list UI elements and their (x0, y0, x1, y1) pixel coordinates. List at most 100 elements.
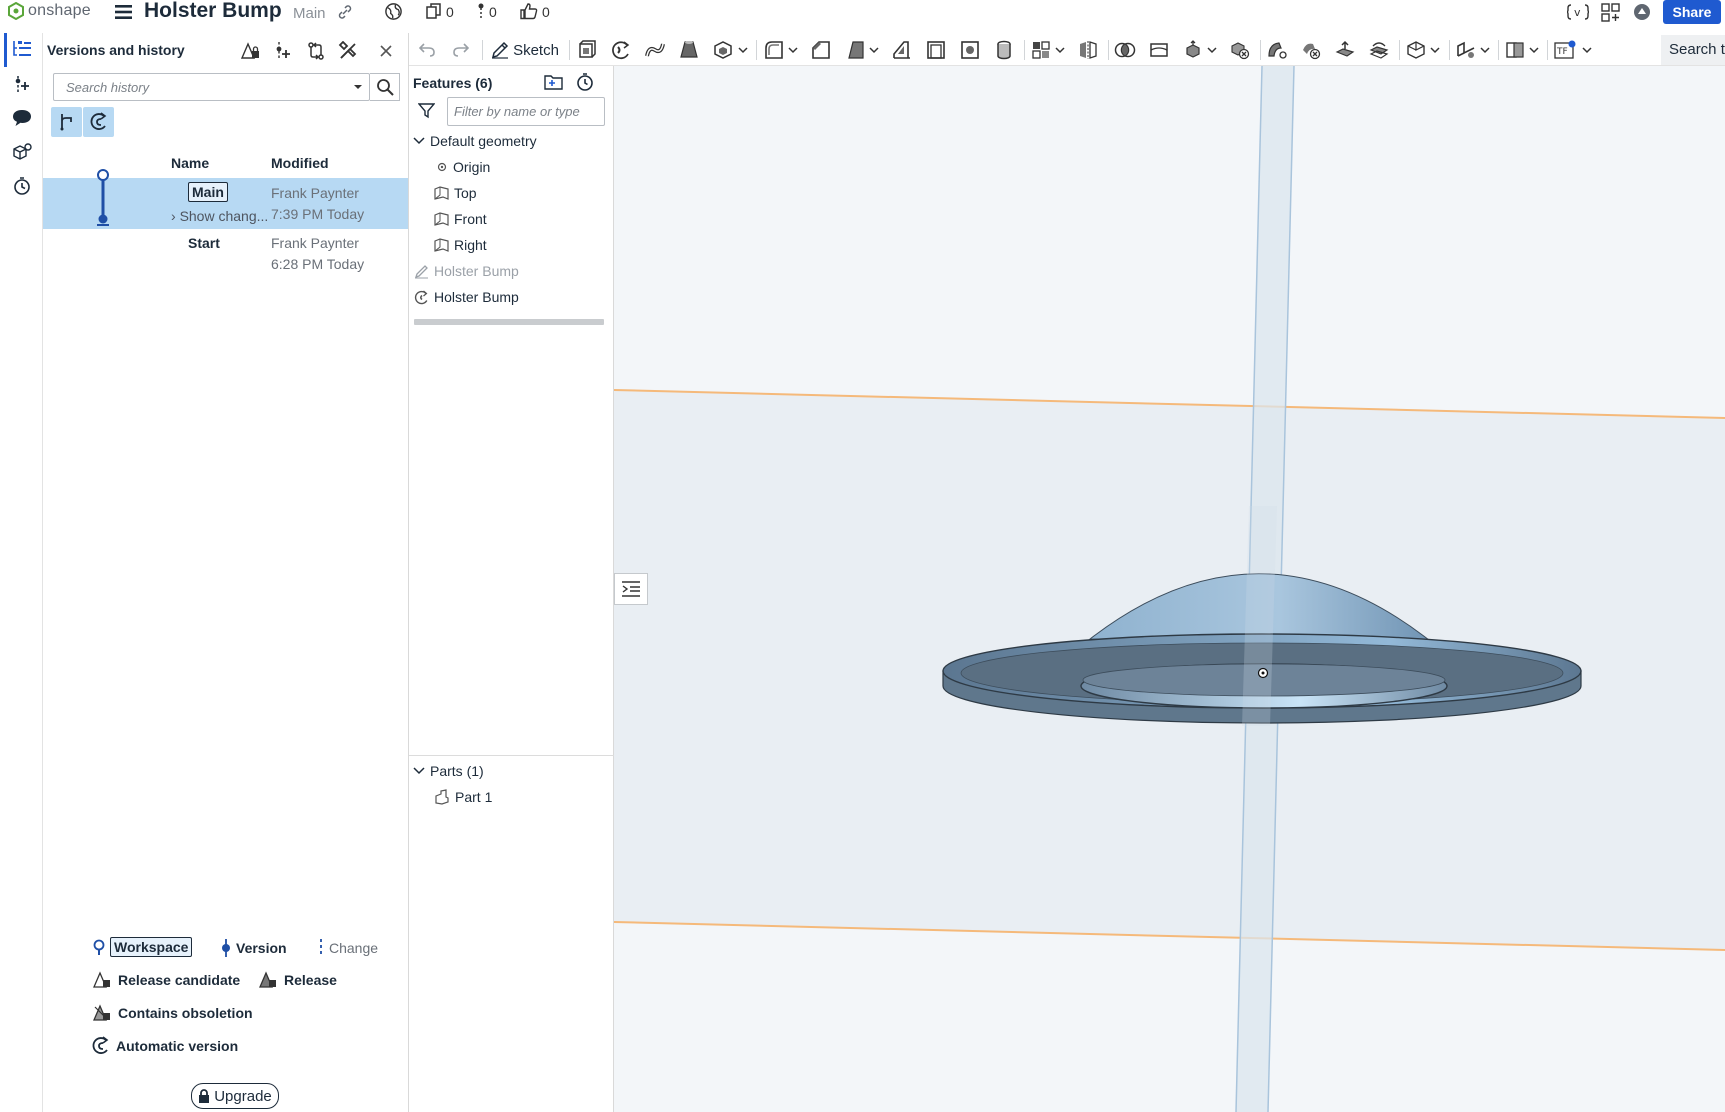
legend-version: Version (221, 939, 287, 957)
loft-icon[interactable] (678, 38, 700, 62)
chevron-down-icon[interactable] (787, 38, 799, 62)
chevron-right-icon: › (171, 208, 176, 224)
plane-icon[interactable] (1405, 38, 1427, 62)
tree-item-part[interactable]: Part 1 (434, 789, 492, 805)
parts-group[interactable]: Parts (1) (413, 763, 484, 779)
filter-icon[interactable] (418, 103, 435, 119)
custom-feature-icon[interactable]: TF (1553, 38, 1579, 62)
revolve-icon[interactable] (610, 38, 632, 62)
replace-face-icon[interactable] (1368, 38, 1390, 62)
default-geometry-group[interactable]: Default geometry (413, 133, 537, 149)
legend-change-label: Change (329, 940, 379, 956)
create-version-icon[interactable] (272, 41, 294, 61)
model-canvas[interactable] (614, 66, 1725, 1112)
onshape-logo[interactable]: onshape (8, 2, 91, 20)
legend-workspace-label: Workspace (110, 937, 193, 957)
column-header-name[interactable]: Name (171, 155, 209, 171)
linear-pattern-icon[interactable] (1030, 38, 1052, 62)
variable-studio-icon[interactable]: v (1567, 3, 1589, 21)
document-title[interactable]: Holster Bump (144, 0, 282, 23)
insert-feature-icon[interactable] (10, 72, 34, 96)
auto-version-toggle[interactable] (83, 107, 114, 137)
chevron-down-icon[interactable] (1581, 38, 1593, 62)
rollback-timer-icon[interactable] (576, 72, 594, 91)
search-history-input[interactable]: Search history (53, 73, 370, 101)
tree-item-revolve[interactable]: Holster Bump (414, 289, 519, 305)
copies-counter[interactable]: 0 (426, 3, 454, 20)
configurations-icon[interactable] (10, 140, 34, 164)
upgrade-button[interactable]: Upgrade (191, 1083, 279, 1109)
delete-face-icon[interactable] (1300, 38, 1322, 62)
sweep-icon[interactable] (644, 38, 666, 62)
chevron-down-icon[interactable] (1528, 38, 1540, 62)
search-tools-input[interactable]: Search to (1661, 35, 1725, 65)
branches-counter[interactable]: 0 (477, 3, 497, 20)
sheet-metal-icon[interactable] (1455, 38, 1477, 62)
tree-item-label: Holster Bump (434, 289, 519, 305)
graph-view-toggle[interactable] (51, 107, 82, 137)
likes-counter[interactable]: 0 (520, 3, 550, 20)
hole-icon[interactable] (959, 38, 981, 62)
chevron-down-icon (413, 767, 425, 775)
chevron-down-icon[interactable] (868, 38, 880, 62)
link-icon[interactable] (337, 4, 353, 20)
chamfer-icon[interactable] (810, 38, 832, 62)
feature-list-icon[interactable] (10, 37, 34, 61)
hamburger-menu-icon[interactable] (115, 4, 132, 20)
filter-input[interactable]: Filter by name or type (447, 97, 605, 126)
history-timer-icon[interactable] (10, 174, 34, 198)
modify-fillet-icon[interactable] (1266, 38, 1288, 62)
feature-list-toggle[interactable] (614, 573, 648, 605)
rib-icon[interactable] (891, 38, 913, 62)
tree-item-front-plane[interactable]: Front (434, 211, 487, 227)
origin-marker[interactable] (1257, 667, 1269, 679)
mirror-icon[interactable] (1077, 38, 1099, 62)
chevron-down-icon[interactable] (1479, 38, 1491, 62)
app-store-icon[interactable] (1601, 3, 1620, 22)
tree-item-sketch[interactable]: Holster Bump (414, 263, 519, 279)
shell-icon[interactable] (925, 38, 947, 62)
show-changes-toggle[interactable]: › Show chang... (171, 208, 268, 224)
redo-icon[interactable] (451, 38, 471, 62)
surface-icon[interactable] (1504, 38, 1526, 62)
transform-icon[interactable] (1182, 38, 1204, 62)
chevron-down-icon (413, 137, 425, 145)
feature-list-scrollbar[interactable] (414, 319, 604, 325)
add-folder-icon[interactable] (544, 73, 564, 91)
release-icon[interactable] (240, 41, 262, 61)
undo-icon[interactable] (417, 38, 437, 62)
tree-item-origin[interactable]: Origin (436, 159, 490, 175)
sketch-label: Sketch (513, 41, 559, 59)
cylinder-icon[interactable] (993, 38, 1015, 62)
chevron-down-icon[interactable] (1429, 38, 1441, 62)
tree-item-top-plane[interactable]: Top (434, 185, 477, 201)
graphics-viewport[interactable] (614, 66, 1725, 1112)
comments-icon[interactable] (10, 106, 34, 130)
column-header-modified[interactable]: Modified (271, 155, 329, 171)
globe-icon[interactable] (384, 2, 403, 21)
tools-icon[interactable] (337, 41, 359, 61)
workspace-name-tag[interactable]: Main (188, 182, 228, 202)
version-name-start[interactable]: Start (188, 235, 220, 251)
chevron-down-icon[interactable] (737, 38, 749, 62)
chevron-down-icon[interactable] (1054, 38, 1066, 62)
search-button[interactable] (370, 73, 400, 101)
sketch-button[interactable]: Sketch (490, 38, 560, 62)
close-icon[interactable] (375, 41, 397, 61)
dropdown-arrow-icon[interactable] (353, 82, 363, 92)
move-face-icon[interactable] (1334, 38, 1356, 62)
copy-icon (426, 3, 441, 19)
chevron-down-icon[interactable] (1206, 38, 1218, 62)
draft-icon[interactable] (844, 38, 866, 62)
tree-item-right-plane[interactable]: Right (434, 237, 487, 253)
extrude-icon[interactable] (576, 38, 598, 62)
share-button[interactable]: Share (1663, 0, 1721, 24)
compare-icon[interactable] (305, 41, 327, 61)
default-geometry-label: Default geometry (430, 133, 537, 149)
split-icon[interactable] (1148, 38, 1170, 62)
thicken-icon[interactable] (712, 38, 734, 62)
delete-part-icon[interactable] (1229, 38, 1251, 62)
fillet-icon[interactable] (763, 38, 785, 62)
boolean-icon[interactable] (1114, 38, 1136, 62)
learning-center-icon[interactable] (1633, 3, 1651, 21)
